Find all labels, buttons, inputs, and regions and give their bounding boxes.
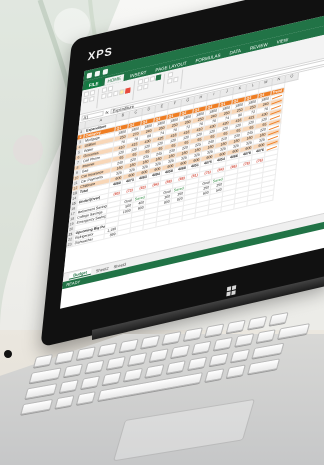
key — [24, 383, 58, 400]
currency-icon[interactable] — [167, 77, 173, 85]
key — [187, 356, 208, 371]
key — [33, 353, 54, 368]
key — [165, 360, 186, 375]
key — [144, 363, 165, 378]
key — [234, 333, 255, 347]
key — [251, 342, 285, 359]
key — [75, 346, 96, 361]
key — [123, 367, 144, 382]
key — [84, 359, 105, 374]
key — [247, 315, 268, 330]
key — [182, 327, 204, 342]
key — [28, 367, 62, 384]
merge-center-icon[interactable] — [137, 84, 143, 91]
italic-icon[interactable] — [107, 91, 113, 98]
key — [54, 394, 75, 409]
windows-logo-icon — [226, 285, 237, 297]
laptop: XPS FILE HOME INSERT PAGE LAYOUT FORMULA… — [0, 0, 324, 465]
clipboard-group — [82, 88, 100, 112]
key — [204, 368, 225, 383]
function-icon[interactable]: fx — [105, 109, 109, 115]
format-painter-icon[interactable] — [89, 95, 95, 103]
laptop-brand: XPS — [87, 45, 114, 64]
key — [58, 379, 79, 394]
key — [191, 340, 212, 355]
key — [101, 371, 122, 386]
key — [255, 329, 276, 344]
key — [54, 350, 75, 364]
underline-icon[interactable] — [113, 90, 119, 97]
key — [140, 334, 161, 349]
redo-icon[interactable] — [102, 68, 109, 75]
percent-icon[interactable] — [173, 76, 179, 83]
key — [225, 319, 246, 334]
key — [80, 375, 101, 390]
key — [204, 323, 225, 338]
key — [212, 336, 234, 351]
save-icon[interactable] — [86, 71, 93, 79]
key — [63, 363, 84, 378]
key — [170, 344, 191, 359]
indent-icon[interactable] — [143, 83, 149, 90]
key — [20, 398, 54, 415]
key — [148, 348, 169, 363]
key — [225, 364, 246, 379]
undo-icon[interactable] — [94, 69, 101, 77]
key — [105, 355, 126, 370]
copy-icon[interactable] — [83, 97, 89, 104]
key — [208, 352, 229, 367]
dark-object — [4, 350, 12, 358]
key — [97, 342, 118, 357]
key — [230, 348, 251, 363]
key — [118, 338, 139, 353]
key — [247, 358, 281, 375]
key — [75, 391, 96, 405]
bold-icon[interactable] — [101, 93, 107, 100]
fill-color-icon[interactable] — [119, 88, 125, 96]
key — [268, 311, 289, 326]
photo-scene: XPS FILE HOME INSERT PAGE LAYOUT FORMULA… — [0, 0, 324, 465]
number-group — [166, 69, 184, 93]
font-color-icon[interactable] — [125, 87, 131, 94]
key — [127, 352, 148, 366]
key — [277, 323, 311, 340]
key — [161, 331, 182, 345]
